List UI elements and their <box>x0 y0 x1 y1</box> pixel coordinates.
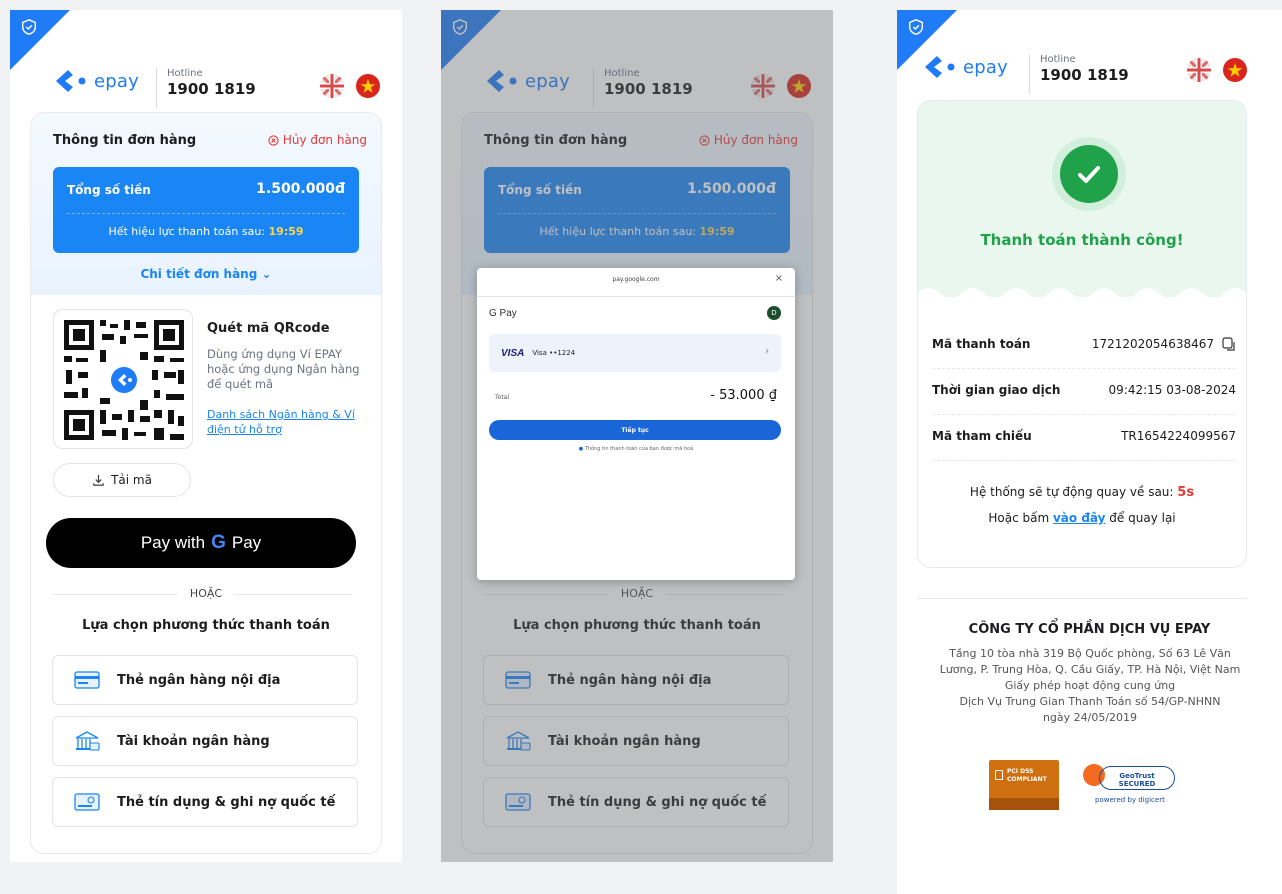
payment-success-screen: epay Hotline 1900 1819 Thanh toán thành … <box>897 10 1282 894</box>
download-label: Tải mã <box>111 473 152 487</box>
hotline-label: Hotline <box>167 68 203 79</box>
continue-button[interactable]: Tiếp tục <box>489 420 781 440</box>
brand-name: epay <box>963 56 1008 78</box>
hotline-label: Hotline <box>1040 54 1076 65</box>
row-label: Mã tham chiếu <box>932 429 1032 443</box>
security-corner <box>10 10 70 70</box>
hotline: Hotline 1900 1819 <box>156 68 256 108</box>
cancel-order-button[interactable]: Hủy đơn hàng <box>268 133 367 147</box>
sheet-total-label: Total <box>495 394 510 401</box>
hotline-number[interactable]: 1900 1819 <box>1040 66 1129 84</box>
card-label: Visa ••1224 <box>532 349 576 357</box>
wave-divider <box>918 288 1246 307</box>
method-intl-card[interactable]: Thẻ tín dụng & ghi nợ quốc tế <box>52 777 358 827</box>
cancel-order-label: Hủy đơn hàng <box>282 133 367 147</box>
method-label: Tài khoản ngân hàng <box>117 733 270 749</box>
divider <box>67 213 345 214</box>
bank-icon <box>75 731 100 751</box>
credit-card-icon <box>74 793 100 811</box>
shield-icon: ● <box>578 446 584 452</box>
method-domestic-card[interactable]: Thẻ ngân hàng nội địa <box>52 655 358 705</box>
or-separator: HOẶC <box>10 587 402 600</box>
epay-logo: epay <box>52 66 139 96</box>
shield-check-icon <box>908 19 924 35</box>
gpay-sheet-screen: epay Hotline 1900 1819 Thông tin đơn hàn… <box>441 10 833 862</box>
divider <box>477 296 795 297</box>
pci-dss-badge: PCI DSS COMPLIANT <box>989 760 1059 810</box>
geotrust-badge: GeoTrust SECURED powered by digicert <box>1083 764 1179 808</box>
google-pay-sheet: pay.google.com × G Pay D VISA Visa ••122… <box>477 268 795 580</box>
divider <box>917 598 1247 599</box>
close-icon[interactable]: × <box>775 273 783 284</box>
company-address: Tầng 10 tòa nhà 319 Bộ Quốc phòng, Số 63… <box>939 647 1241 724</box>
payment-method-heading: Lựa chọn phương thức thanh toán <box>82 618 330 633</box>
success-message: Thanh toán thành công! <box>980 231 1184 249</box>
expiry-label: Hết hiệu lực thanh toán sau: <box>108 225 266 238</box>
transaction-time-row: Thời gian giao dịch 09:42:15 03-08-2024 <box>932 369 1236 415</box>
google-pay-logo: G Pay <box>489 308 517 319</box>
visa-logo: VISA <box>501 347 525 359</box>
qr-title: Quét mã QRcode <box>207 321 330 336</box>
english-flag-icon[interactable] <box>1187 58 1211 82</box>
success-card: Thanh toán thành công! Mã thanh toán 172… <box>917 100 1247 568</box>
return-text: Hoặc bấm vào đây để quay lại <box>988 511 1176 525</box>
total-value: 1.500.000đ <box>256 181 345 197</box>
sheet-total-value: - 53.000 ₫ <box>710 388 777 403</box>
row-label: Mã thanh toán <box>932 337 1031 351</box>
avatar[interactable]: D <box>767 306 781 320</box>
google-pay-button[interactable]: Pay with G Pay <box>46 518 356 568</box>
countdown: 5s <box>1177 485 1195 500</box>
checkout-screen: epay Hotline 1900 1819 Thông tin đơn hàn… <box>10 10 402 862</box>
chevron-right-icon: › <box>765 346 769 357</box>
vietnam-flag-icon[interactable] <box>356 74 380 98</box>
return-link[interactable]: vào đây <box>1053 511 1105 525</box>
brand-name: epay <box>94 70 139 92</box>
payment-card-selector[interactable]: VISA Visa ••1224 › <box>489 334 781 372</box>
gpay-suffix: Pay <box>231 533 262 552</box>
check-circle-icon <box>1060 145 1118 203</box>
download-icon <box>93 474 104 486</box>
row-value: 09:42:15 03-08-2024 <box>1108 383 1236 397</box>
sheet-url: pay.google.com <box>612 276 660 283</box>
encryption-note: ● Thông tin thanh toán của bạn được mã h… <box>578 446 694 452</box>
cancel-icon <box>268 134 279 146</box>
gpay-prefix: Pay with <box>140 533 206 552</box>
order-detail-label: Chi tiết đơn hàng <box>140 267 258 281</box>
copy-icon[interactable] <box>1222 337 1236 351</box>
order-detail-toggle[interactable]: Chi tiết đơn hàng ⌄ <box>31 267 381 281</box>
qr-description: Dùng ứng dụng Ví EPAY hoặc ứng dụng Ngân… <box>207 347 360 391</box>
lock-icon <box>995 770 1003 780</box>
total-label: Tổng số tiền <box>67 183 151 197</box>
download-qr-button[interactable]: Tải mã <box>53 463 191 497</box>
expiry-timer: 19:59 <box>268 225 304 238</box>
google-g-icon: G <box>211 532 226 553</box>
supported-banks-link[interactable]: Danh sách Ngân hàng & Ví điện tử hỗ trợ <box>207 407 367 437</box>
row-label: Thời gian giao dịch <box>932 383 1061 397</box>
shield-check-icon <box>21 19 37 35</box>
chevron-down-icon: ⌄ <box>261 267 272 281</box>
qr-code-icon <box>64 320 184 440</box>
epay-logo-icon <box>56 70 86 92</box>
method-bank-account[interactable]: Tài khoản ngân hàng <box>52 716 358 766</box>
total-amount-box: Tổng số tiền 1.500.000đ Hết hiệu lực tha… <box>53 167 359 253</box>
row-value: TR1654224099567 <box>1121 429 1236 443</box>
company-name: CÔNG TY CỔ PHẦN DỊCH VỤ EPAY <box>968 622 1211 637</box>
vietnam-flag-icon[interactable] <box>1223 58 1247 82</box>
order-title: Thông tin đơn hàng <box>53 133 197 148</box>
auto-return-text: Hệ thống sẽ tự động quay về sau: 5s <box>969 485 1195 500</box>
qr-code <box>53 309 193 449</box>
row-value: 1721202054638467 <box>1091 337 1214 351</box>
method-label: Thẻ ngân hàng nội địa <box>117 672 281 688</box>
method-label: Thẻ tín dụng & ghi nợ quốc tế <box>117 794 336 810</box>
hotline: Hotline 1900 1819 <box>1029 54 1129 94</box>
reference-code-row: Mã tham chiếu TR1654224099567 <box>932 415 1236 461</box>
payment-code-row: Mã thanh toán 1721202054638467 <box>932 323 1236 369</box>
order-summary: Thông tin đơn hàng Hủy đơn hàng Tổng số … <box>31 113 381 295</box>
hotline-number[interactable]: 1900 1819 <box>167 80 256 98</box>
security-corner <box>897 10 957 70</box>
english-flag-icon[interactable] <box>320 74 344 98</box>
expiry-text: Hết hiệu lực thanh toán sau: 19:59 <box>53 225 359 238</box>
debit-card-icon <box>74 671 100 689</box>
